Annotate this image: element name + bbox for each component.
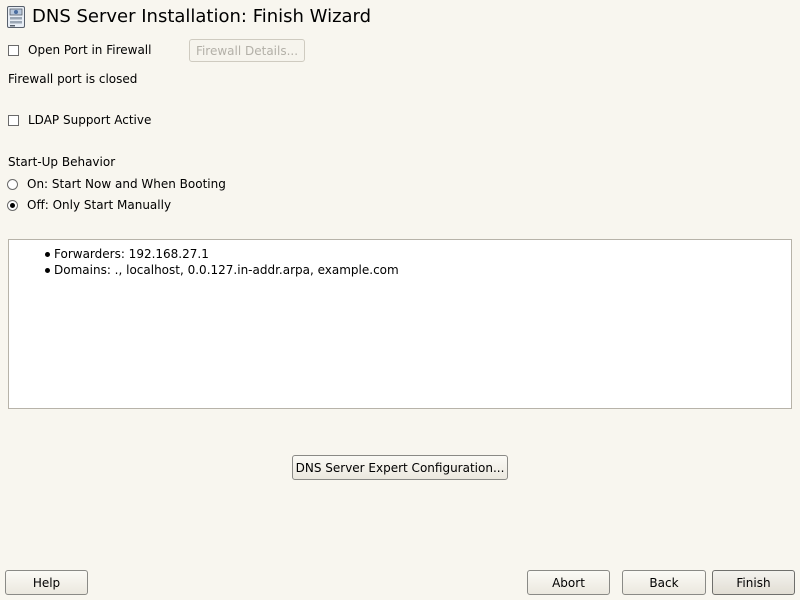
- summary-list: Forwarders: 192.168.27.1 Domains: ., loc…: [45, 246, 399, 278]
- ldap-checkbox[interactable]: [8, 114, 19, 126]
- abort-button[interactable]: Abort: [527, 570, 610, 595]
- back-button[interactable]: Back: [622, 570, 706, 595]
- bullet-icon: [45, 252, 50, 257]
- startup-heading: Start-Up Behavior: [8, 155, 116, 169]
- list-item: Forwarders: 192.168.27.1: [45, 246, 399, 262]
- startup-on-radio[interactable]: [7, 178, 18, 190]
- bullet-icon: [45, 268, 50, 273]
- startup-option-on[interactable]: On: Start Now and When Booting: [7, 177, 226, 191]
- startup-heading-row: Start-Up Behavior: [8, 155, 115, 169]
- firewall-status-text: Firewall port is closed: [8, 72, 138, 86]
- open-port-checkbox[interactable]: [8, 44, 19, 56]
- firewall-status-row: Firewall port is closed: [8, 72, 137, 86]
- title-bar: DNS Server Installation: Finish Wizard: [6, 4, 371, 30]
- summary-box[interactable]: Forwarders: 192.168.27.1 Domains: ., loc…: [8, 239, 792, 409]
- open-port-label[interactable]: Open Port in Firewall: [28, 43, 151, 57]
- startup-off-radio[interactable]: [7, 199, 18, 211]
- open-port-row[interactable]: Open Port in Firewall: [8, 43, 151, 57]
- ldap-row[interactable]: LDAP Support Active: [8, 113, 151, 127]
- startup-off-label[interactable]: Off: Only Start Manually: [27, 198, 171, 212]
- expert-configuration-button[interactable]: DNS Server Expert Configuration...: [292, 455, 508, 480]
- dns-server-icon: [7, 6, 25, 28]
- summary-domains: Domains: ., localhost, 0.0.127.in-addr.a…: [54, 263, 399, 277]
- finish-button[interactable]: Finish: [712, 570, 795, 595]
- help-button[interactable]: Help: [5, 570, 88, 595]
- page-title: DNS Server Installation: Finish Wizard: [32, 6, 372, 27]
- ldap-label[interactable]: LDAP Support Active: [28, 113, 151, 127]
- startup-option-off[interactable]: Off: Only Start Manually: [7, 198, 171, 212]
- startup-on-label[interactable]: On: Start Now and When Booting: [27, 177, 226, 191]
- firewall-details-button[interactable]: Firewall Details...: [189, 39, 305, 62]
- summary-forwarders: Forwarders: 192.168.27.1: [54, 247, 209, 261]
- wizard-window: DNS Server Installation: Finish Wizard O…: [0, 0, 800, 600]
- list-item: Domains: ., localhost, 0.0.127.in-addr.a…: [45, 262, 399, 278]
